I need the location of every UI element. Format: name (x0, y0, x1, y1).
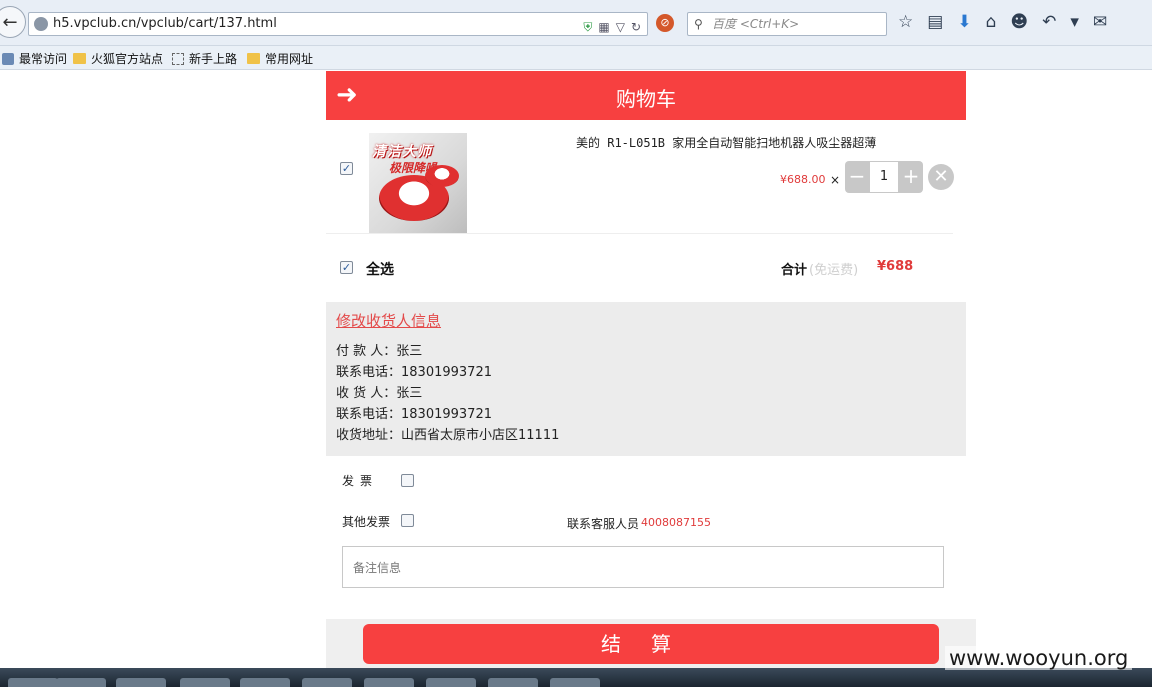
bookmark-most-visited[interactable]: 最常访问 (2, 50, 67, 67)
reader-icon[interactable]: ▤ (927, 12, 943, 32)
back-arrow-icon: ← (2, 11, 18, 33)
page-title: 购物车 (616, 87, 676, 111)
undo-icon[interactable]: ↶ (1042, 12, 1056, 32)
decrease-button[interactable]: − (845, 161, 869, 193)
taskbar-item[interactable] (180, 678, 230, 687)
receiver-info-panel: 修改收货人信息 付 款 人：张三 联系电话：18301993721 收 货 人：… (326, 302, 966, 456)
bookmark-getting-started[interactable]: 新手上路 (172, 50, 237, 67)
page-icon (172, 52, 184, 65)
invoice-label: 发票 (342, 474, 379, 488)
remark-input[interactable]: 备注信息 (342, 546, 944, 588)
search-input[interactable]: ⚲ 百度 <Ctrl+K> (687, 12, 887, 36)
customer-service-label: 联系客服人员 (567, 517, 640, 531)
bookmark-firefox-site[interactable]: 火狐官方站点 (73, 50, 163, 67)
total-value: ¥688 (877, 259, 914, 274)
edit-receiver-link[interactable]: 修改收货人信息 (336, 310, 956, 331)
invoice-checkbox[interactable] (401, 474, 414, 487)
increase-button[interactable]: + (899, 161, 923, 193)
page-header: ➜ 购物车 (326, 71, 966, 120)
checkout-button[interactable]: 结算 (363, 624, 939, 664)
taskbar-item[interactable] (8, 678, 58, 687)
other-invoice-label: 其他发票 (342, 515, 391, 529)
bookmark-icon (2, 52, 14, 65)
taskbar-item[interactable] (240, 678, 290, 687)
other-invoice-checkbox[interactable] (401, 514, 414, 527)
taskbar-item[interactable] (488, 678, 538, 687)
quantity-input[interactable]: 1 (869, 161, 899, 193)
payer-line: 付 款 人：张三 (336, 344, 423, 359)
star-icon[interactable]: ☆ (898, 12, 913, 32)
total-label: 合计 (781, 263, 808, 278)
product-image[interactable]: 清洁大师 极限降噪 (369, 133, 467, 233)
home-icon[interactable]: ⌂ (986, 12, 997, 32)
globe-icon (34, 17, 48, 31)
shield-icon[interactable]: ⛨ (583, 16, 592, 38)
taskbar-item[interactable] (302, 678, 352, 687)
chat-icon[interactable]: ☻ (1010, 12, 1028, 32)
free-shipping-note: (免运费) (809, 263, 859, 278)
multiply-sign: × (830, 173, 841, 187)
select-all-label: 全选 (366, 262, 394, 278)
customer-service-phone[interactable]: 4008087155 (641, 516, 711, 529)
reload-icon[interactable]: ↻ (631, 16, 641, 38)
taskbar-item[interactable] (364, 678, 414, 687)
address-line: 收货地址：山西省太原市小店区11111 (336, 428, 560, 443)
folder-icon (73, 53, 86, 64)
quantity-stepper: − 1 + (845, 161, 923, 193)
taskbar-item[interactable] (426, 678, 476, 687)
product-price: ¥688.00 (780, 173, 826, 186)
cart-page: ➜ 购物车 ✓ 清洁大师 极限降噪 美的 R1-L051B 家用全自动智能扫地机… (326, 70, 976, 670)
receiver-phone-line: 联系电话：18301993721 (336, 407, 492, 422)
os-taskbar (0, 668, 1152, 687)
remove-item-button[interactable]: ✕ (928, 164, 954, 190)
bookmark-common-sites[interactable]: 常用网址 (247, 50, 313, 67)
bookmarks-bar: 最常访问 火狐官方站点 新手上路 常用网址 (0, 46, 1152, 70)
taskbar-item[interactable] (550, 678, 600, 687)
taskbar-item[interactable] (116, 678, 166, 687)
folder-icon (247, 53, 260, 64)
browser-toolbar: ← h5.vpclub.cn/vpclub/cart/137.html ⛨ ▦ … (0, 0, 1152, 46)
robot-vacuum-small-shape (425, 165, 459, 187)
item-checkbox[interactable]: ✓ (340, 162, 353, 175)
search-placeholder: 百度 <Ctrl+K> (712, 17, 800, 31)
url-text: h5.vpclub.cn/vpclub/cart/137.html (53, 16, 277, 31)
download-icon[interactable]: ⬇ (957, 12, 971, 32)
taskbar-item[interactable] (56, 678, 106, 687)
remark-placeholder: 备注信息 (353, 561, 402, 575)
dropdown-icon[interactable]: ▽ (616, 16, 625, 38)
payer-phone-line: 联系电话：18301993721 (336, 365, 492, 380)
blocked-addon-icon[interactable]: ⊘ (656, 14, 674, 32)
feedback-icon[interactable]: ✉ (1093, 12, 1107, 32)
back-button[interactable]: ← (0, 6, 26, 38)
divider (326, 233, 953, 234)
select-all-checkbox[interactable]: ✓ (340, 261, 353, 274)
watermark: www.wooyun.org (945, 646, 1133, 670)
url-bar[interactable]: h5.vpclub.cn/vpclub/cart/137.html ⛨ ▦ ▽ … (28, 12, 648, 36)
product-image-text: 清洁大师 (372, 144, 432, 160)
qr-code-icon[interactable]: ▦ (598, 16, 609, 38)
menu-dropdown-icon[interactable]: ▾ (1070, 12, 1079, 32)
search-icon: ⚲ (694, 17, 703, 31)
product-name[interactable]: 美的 R1-L051B 家用全自动智能扫地机器人吸尘器超薄 (576, 134, 876, 151)
receiver-line: 收 货 人：张三 (336, 386, 423, 401)
